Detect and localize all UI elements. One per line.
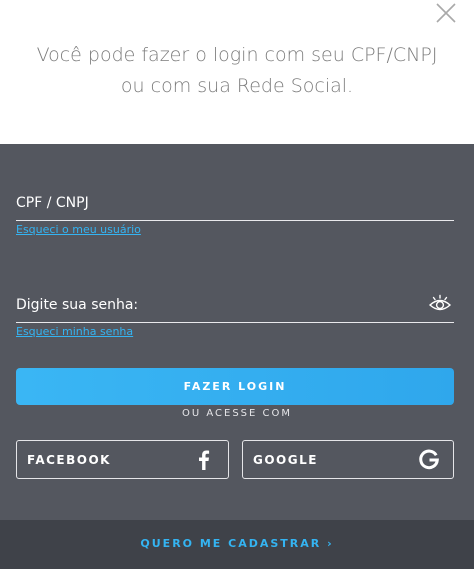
headline: Você pode fazer o login com seu CPF/CNPJ… [0,40,474,102]
forgot-user-link[interactable]: Esqueci o meu usuário [16,223,141,236]
facebook-icon [199,450,210,470]
password-field[interactable]: Digite sua senha: [16,297,138,313]
google-button-label: GOOGLE [253,453,318,467]
close-icon[interactable] [432,0,460,28]
password-field-underline [16,322,454,323]
headline-line-2: ou com sua Rede Social. [120,75,354,97]
login-button[interactable]: FAZER LOGIN [16,368,454,405]
forgot-password-link[interactable]: Esqueci minha senha [16,325,133,338]
eye-icon[interactable] [428,293,452,315]
facebook-button[interactable]: FACEBOOK [16,440,229,479]
facebook-button-label: FACEBOOK [27,453,111,467]
footer-bar: QUERO ME CADASTRAR › [0,520,474,569]
cpf-field-underline [16,220,454,221]
register-link[interactable]: QUERO ME CADASTRAR › [0,537,474,550]
google-button[interactable]: GOOGLE [242,440,454,479]
header-area: Você pode fazer o login com seu CPF/CNPJ… [0,0,474,144]
headline-line-1: Você pode fazer o login com seu CPF/CNPJ [36,44,438,66]
login-screen: Você pode fazer o login com seu CPF/CNPJ… [0,0,474,569]
or-access-with-text: OU ACESSE COM [181,408,292,419]
google-icon [419,449,439,470]
cpf-field[interactable]: CPF / CNPJ [16,195,89,211]
